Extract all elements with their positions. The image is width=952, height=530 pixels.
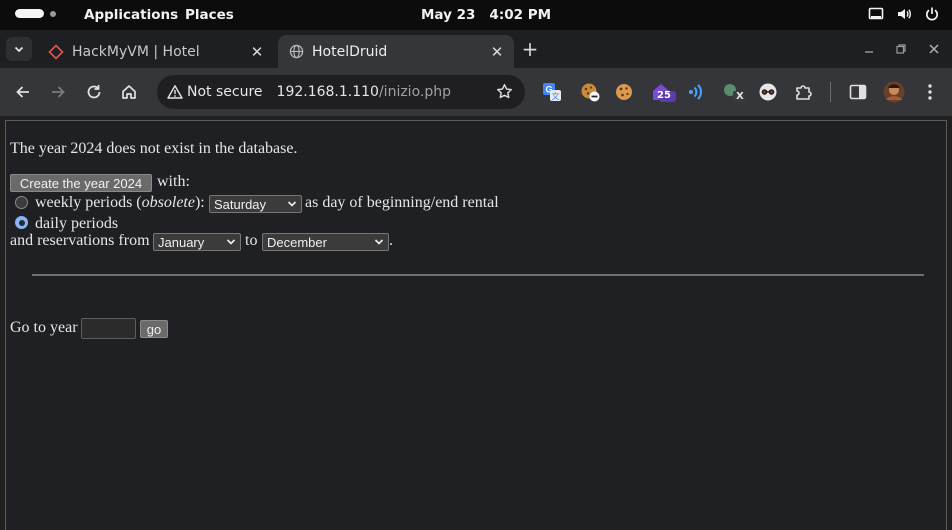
tab-search-button[interactable] bbox=[6, 37, 32, 61]
window-close-icon[interactable] bbox=[924, 38, 944, 60]
chevron-down-icon bbox=[287, 201, 297, 207]
workspace-active-pill bbox=[15, 9, 44, 18]
activities-indicator[interactable] bbox=[15, 9, 56, 18]
with-label: with: bbox=[157, 173, 190, 190]
tab-strip: HackMyVM | Hotel ✕ HotelDruid ✕ bbox=[0, 30, 952, 68]
tab-hackmyvm[interactable]: HackMyVM | Hotel ✕ bbox=[38, 35, 274, 68]
month-to-select[interactable]: December bbox=[262, 233, 389, 251]
system-top-bar: Applications Places May 23 4:02 PM bbox=[0, 0, 952, 30]
chevron-down-icon bbox=[374, 239, 384, 245]
daily-periods-radio[interactable] bbox=[15, 216, 28, 229]
chevron-down-icon bbox=[14, 46, 24, 53]
month-from-select[interactable]: January bbox=[153, 233, 241, 251]
weekly-periods-radio[interactable] bbox=[15, 196, 28, 209]
back-button[interactable] bbox=[12, 81, 34, 103]
weekly-label-close: ): bbox=[194, 194, 205, 211]
goto-year-label: Go to year bbox=[10, 319, 78, 336]
clock-time: 4:02 PM bbox=[489, 7, 552, 23]
reservations-from-label: and reservations from bbox=[10, 232, 150, 249]
url-path: /inizio.php bbox=[378, 84, 451, 100]
month-from-value: January bbox=[158, 234, 205, 250]
reload-button[interactable] bbox=[83, 81, 105, 103]
tab-title: HackMyVM | Hotel bbox=[72, 43, 200, 60]
month-to-value: December bbox=[267, 234, 327, 250]
create-year-button[interactable]: Create the year 2024 bbox=[10, 174, 152, 192]
arrow-right-icon bbox=[52, 86, 65, 98]
home-button[interactable] bbox=[118, 81, 140, 103]
extension-badge-count: 25 bbox=[657, 90, 671, 101]
svg-text:文: 文 bbox=[552, 91, 560, 101]
weekday-suffix-label: as day of beginning/end rental bbox=[305, 194, 499, 211]
kebab-menu-icon[interactable] bbox=[920, 82, 940, 102]
close-icon[interactable]: ✕ bbox=[248, 43, 266, 61]
url-host: 192.168.1.110 bbox=[276, 84, 379, 100]
globe-icon bbox=[288, 44, 304, 60]
reload-icon bbox=[87, 85, 101, 99]
sentence-period: . bbox=[389, 232, 393, 249]
missing-year-message: The year 2024 does not exist in the data… bbox=[10, 140, 298, 157]
clock[interactable]: May 23 4:02 PM bbox=[421, 7, 551, 23]
horizontal-rule bbox=[32, 274, 924, 276]
spy-glasses-icon[interactable] bbox=[758, 82, 778, 102]
new-tab-button[interactable]: + bbox=[520, 37, 540, 61]
toolbar-divider bbox=[830, 82, 831, 102]
weekly-periods-label: weekly periods (obsolete): bbox=[35, 194, 205, 212]
hackmyvm-diamond-icon bbox=[48, 43, 64, 60]
close-icon[interactable]: ✕ bbox=[488, 43, 506, 61]
minimize-icon[interactable] bbox=[859, 38, 879, 60]
url-text[interactable]: 192.168.1.110/inizio.php bbox=[277, 84, 451, 100]
places-menu[interactable]: Places bbox=[185, 7, 234, 23]
cookie-block-icon[interactable] bbox=[580, 82, 600, 102]
chevron-down-icon bbox=[226, 239, 236, 245]
weekday-select[interactable]: Saturday bbox=[209, 195, 302, 213]
avatar[interactable] bbox=[883, 81, 905, 103]
daily-periods-label: daily periods bbox=[35, 215, 119, 232]
star-icon[interactable] bbox=[496, 83, 513, 100]
tab-title: HotelDruid bbox=[312, 43, 388, 60]
address-bar[interactable]: Not secure 192.168.1.110/inizio.php bbox=[157, 75, 525, 109]
screen-icon[interactable] bbox=[868, 6, 884, 22]
clock-date: May 23 bbox=[421, 7, 476, 23]
obsolete-text: obsolete bbox=[141, 194, 195, 211]
cookie-icon[interactable] bbox=[614, 82, 634, 102]
weekly-label-text: weekly periods ( bbox=[35, 194, 142, 211]
home-icon bbox=[122, 85, 136, 99]
side-panel-icon[interactable] bbox=[848, 82, 868, 102]
weekday-selected-value: Saturday bbox=[214, 196, 267, 212]
workspace-dot bbox=[50, 10, 56, 17]
arrow-left-icon bbox=[16, 86, 29, 98]
wifi-extension-icon[interactable] bbox=[686, 82, 706, 102]
go-button[interactable]: go bbox=[140, 320, 168, 338]
maximize-icon[interactable] bbox=[891, 38, 911, 60]
warning-triangle-icon[interactable] bbox=[167, 84, 183, 100]
forward-button[interactable] bbox=[47, 81, 69, 103]
puzzle-icon[interactable] bbox=[794, 82, 814, 102]
year-input[interactable] bbox=[81, 318, 136, 339]
house-badge-icon[interactable]: 25 bbox=[651, 82, 677, 102]
to-label: to bbox=[245, 232, 258, 249]
applications-menu[interactable]: Applications bbox=[84, 7, 178, 23]
proxy-x-icon[interactable]: X bbox=[722, 82, 746, 102]
security-label[interactable]: Not secure bbox=[187, 84, 263, 100]
system-tray[interactable] bbox=[868, 6, 940, 22]
volume-icon[interactable] bbox=[896, 6, 912, 22]
power-icon[interactable] bbox=[924, 6, 940, 22]
tab-hoteldruid[interactable]: HotelDruid ✕ bbox=[278, 35, 514, 68]
extension-badge-x: X bbox=[736, 91, 744, 102]
browser-toolbar: Not secure 192.168.1.110/inizio.php G文 2… bbox=[0, 68, 952, 116]
translate-icon[interactable]: G文 bbox=[542, 82, 562, 102]
